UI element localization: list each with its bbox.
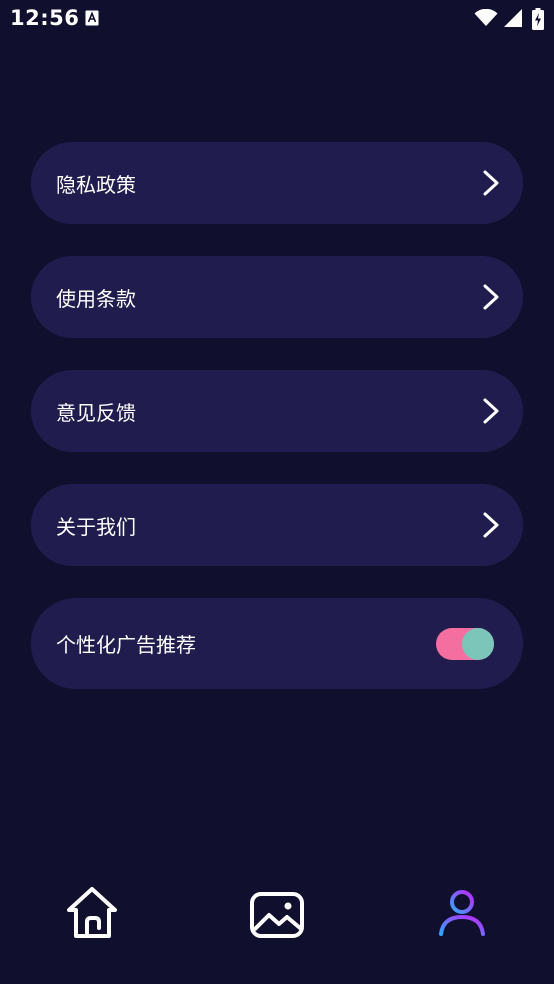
personalized-ads-toggle[interactable] <box>436 627 494 660</box>
menu-item-label: 隐私政策 <box>56 172 136 197</box>
signal-icon <box>504 9 522 27</box>
status-time: 12:56 <box>10 6 80 30</box>
chevron-right-icon <box>483 170 499 196</box>
menu-item-personalized-ads: 个性化广告推荐 <box>31 598 523 689</box>
nav-profile-button[interactable] <box>431 884 493 946</box>
a-notification-icon <box>85 10 99 26</box>
chevron-right-icon <box>483 398 499 424</box>
chevron-right-icon <box>483 512 499 538</box>
nav-home-button[interactable] <box>61 884 123 946</box>
settings-menu: 隐私政策 使用条款 意见反馈 关于我们 个性化广告推荐 <box>31 142 523 721</box>
menu-item-label: 使用条款 <box>56 286 136 311</box>
toggle-knob <box>462 627 494 660</box>
wifi-icon <box>474 9 498 26</box>
gallery-icon <box>250 892 304 938</box>
profile-icon <box>439 890 485 936</box>
menu-item-about-us[interactable]: 关于我们 <box>31 484 523 566</box>
status-bar: 12:56 <box>0 0 554 38</box>
battery-charging-icon <box>532 8 544 30</box>
menu-item-label: 个性化广告推荐 <box>56 633 196 657</box>
menu-item-label: 关于我们 <box>56 514 136 539</box>
menu-item-privacy-policy[interactable]: 隐私政策 <box>31 142 523 224</box>
nav-gallery-button[interactable] <box>246 884 308 946</box>
home-icon <box>67 887 117 938</box>
bottom-nav <box>0 864 554 984</box>
chevron-right-icon <box>483 284 499 310</box>
menu-item-label: 意见反馈 <box>56 400 136 425</box>
menu-item-terms-of-use[interactable]: 使用条款 <box>31 256 523 338</box>
menu-item-feedback[interactable]: 意见反馈 <box>31 370 523 452</box>
